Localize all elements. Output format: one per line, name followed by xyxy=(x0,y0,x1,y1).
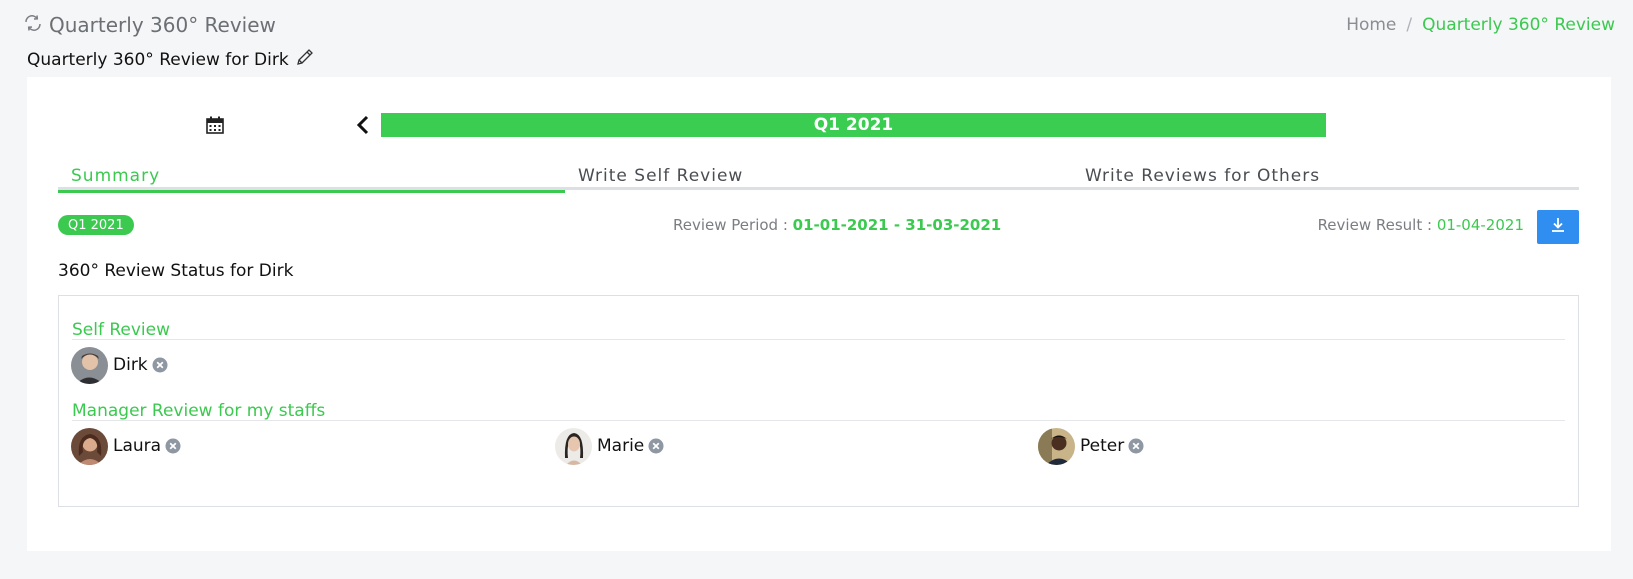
person-name: Laura xyxy=(113,436,162,456)
period-bar[interactable]: Q1 2021 xyxy=(381,113,1326,137)
status-title: 360° Review Status for Dirk xyxy=(58,261,294,281)
review-period-value: 01-01-2021 - 31-03-2021 xyxy=(792,216,1002,234)
person-name: Marie xyxy=(597,436,645,456)
person-name: Dirk xyxy=(113,355,148,375)
avatar xyxy=(71,346,108,384)
period-badge: Q1 2021 xyxy=(58,215,134,235)
tab-write-self-review[interactable]: Write Self Review xyxy=(565,166,1072,190)
refresh-cycle-icon xyxy=(23,13,43,38)
person-marie[interactable]: Marie xyxy=(555,427,664,465)
review-card: Q1 2021 Summary Write Self Review Write … xyxy=(27,77,1611,551)
person-peter[interactable]: Peter xyxy=(1038,427,1144,465)
x-circle-icon xyxy=(1128,438,1144,454)
person-dirk[interactable]: Dirk xyxy=(71,346,168,384)
manager-review-label: Manager Review for my staffs xyxy=(72,401,326,421)
page-title: Quarterly 360° Review xyxy=(23,13,276,38)
page-title-text: Quarterly 360° Review xyxy=(49,13,276,37)
download-icon xyxy=(1550,217,1566,237)
x-circle-icon xyxy=(648,438,664,454)
avatar xyxy=(555,427,592,465)
period-selector: Q1 2021 xyxy=(27,113,1611,139)
review-result-value: 01-04-2021 xyxy=(1436,216,1524,234)
chevron-left-icon[interactable] xyxy=(354,114,372,136)
review-result: Review Result : 01-04-2021 xyxy=(1318,216,1524,234)
calendar-icon[interactable] xyxy=(205,115,225,135)
x-circle-icon xyxy=(152,357,168,373)
person-laura[interactable]: Laura xyxy=(71,427,181,465)
section-divider xyxy=(72,339,1565,340)
tab-summary[interactable]: Summary xyxy=(58,166,565,193)
review-subtitle: Quarterly 360° Review for Dirk xyxy=(27,47,315,72)
status-box: Self Review Dirk Manager Review for my s… xyxy=(58,295,1579,507)
avatar xyxy=(1038,427,1075,465)
person-name: Peter xyxy=(1080,436,1125,456)
download-button[interactable] xyxy=(1537,210,1579,244)
review-info-row: Q1 2021 Review Period : 01-01-2021 - 31-… xyxy=(58,210,1579,248)
review-period: Review Period : 01-01-2021 - 31-03-2021 xyxy=(673,216,1001,234)
breadcrumb: Home / Quarterly 360° Review xyxy=(1346,15,1615,35)
x-circle-icon xyxy=(165,438,181,454)
review-period-label: Review Period : xyxy=(673,216,788,234)
review-tabs: Summary Write Self Review Write Reviews … xyxy=(58,166,1579,193)
breadcrumb-current: Quarterly 360° Review xyxy=(1422,15,1615,35)
tab-write-reviews-for-others[interactable]: Write Reviews for Others xyxy=(1072,166,1579,190)
review-result-label: Review Result : xyxy=(1317,216,1433,234)
page-header: Quarterly 360° Review Home / Quarterly 3… xyxy=(23,10,1615,40)
pencil-icon[interactable] xyxy=(295,47,315,72)
breadcrumb-home[interactable]: Home xyxy=(1346,15,1396,35)
self-review-label: Self Review xyxy=(72,320,171,340)
avatar xyxy=(71,427,108,465)
review-subtitle-text: Quarterly 360° Review for Dirk xyxy=(27,49,289,70)
section-divider xyxy=(72,420,1565,421)
breadcrumb-separator: / xyxy=(1406,15,1413,35)
